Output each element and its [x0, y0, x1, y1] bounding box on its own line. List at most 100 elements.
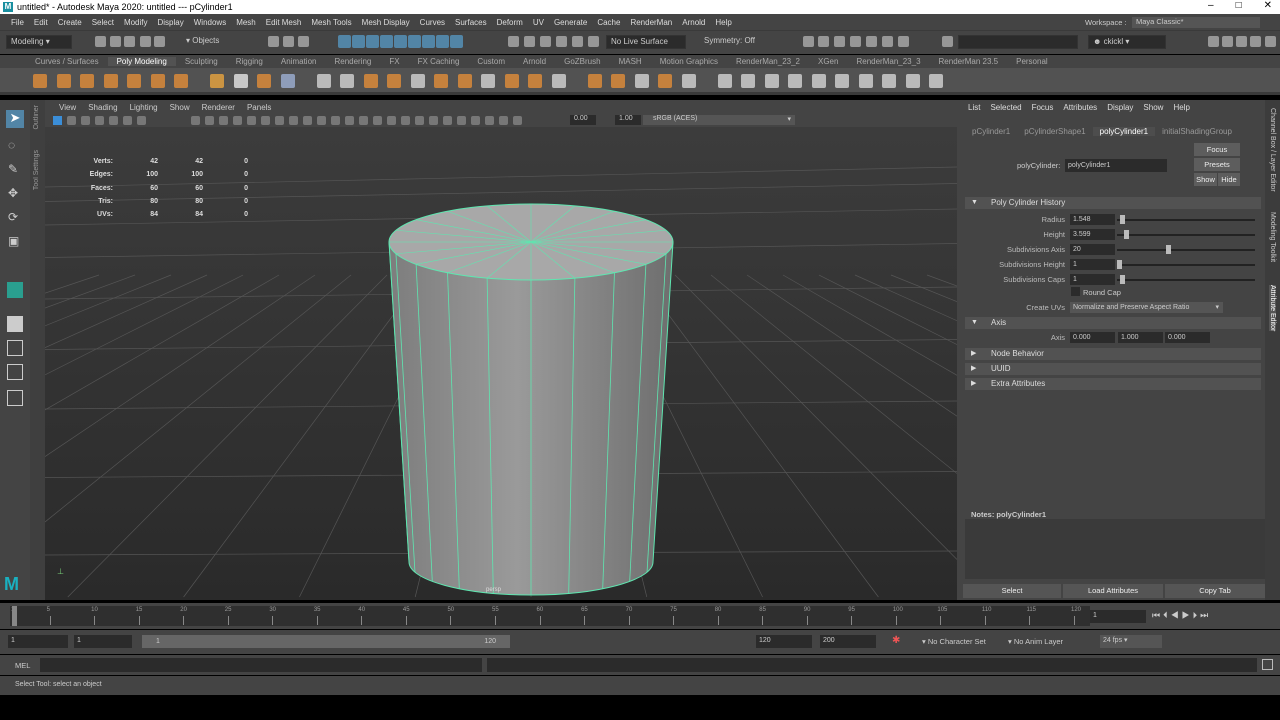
- shelf-tab-gozbrush[interactable]: GoZBrush: [555, 57, 609, 66]
- outliner-tab[interactable]: Outliner: [33, 105, 40, 130]
- viewport-tool-icon[interactable]: [219, 116, 228, 125]
- section-node-behavior[interactable]: ▶ Node Behavior: [965, 348, 1261, 360]
- ae-menu-focus[interactable]: Focus: [1027, 103, 1059, 112]
- maximize-button[interactable]: □: [1236, 0, 1242, 11]
- focus-button[interactable]: Focus: [1194, 143, 1240, 156]
- anim-end-field[interactable]: 200: [820, 635, 876, 648]
- menu-cache[interactable]: Cache: [592, 18, 625, 27]
- settings-icon[interactable]: [1265, 36, 1276, 47]
- viewport-menu-lighting[interactable]: Lighting: [124, 103, 164, 112]
- anim-layer-dropdown[interactable]: ▾ No Anim Layer: [1008, 637, 1063, 646]
- playback-controls[interactable]: ⏮⏴◀▶⏵⏭: [1152, 609, 1211, 621]
- ae-menu-list[interactable]: List: [963, 103, 985, 112]
- ipr-render-icon[interactable]: [818, 36, 829, 47]
- viewport-tool-icon[interactable]: [415, 116, 424, 125]
- menu-surfaces[interactable]: Surfaces: [450, 18, 492, 27]
- viewport-tool-icon[interactable]: [387, 116, 396, 125]
- layout-single-icon[interactable]: [7, 316, 23, 332]
- shelf-tool-icon[interactable]: [257, 74, 271, 88]
- menu-mesh-tools[interactable]: Mesh Tools: [306, 18, 356, 27]
- select-component-icon[interactable]: [298, 36, 309, 47]
- create-uvs-dropdown[interactable]: Normalize and Preserve Aspect Ratio ▾: [1070, 302, 1223, 313]
- shelf-tool-icon[interactable]: [363, 74, 378, 88]
- 3d-scene[interactable]: Verts: 42 42 0 Edges: 100 100 0 Faces: 60 60 0 Tris:…: [45, 127, 957, 600]
- range-bar[interactable]: 1 120: [142, 635, 510, 648]
- ae-menu-attributes[interactable]: Attributes: [1058, 103, 1102, 112]
- shelf-tool-icon[interactable]: [481, 74, 495, 88]
- mode-dropdown[interactable]: Modeling ▾: [6, 35, 72, 49]
- scale-tool-icon[interactable]: ▣: [8, 234, 19, 248]
- attr-slider-subdivisions-axis[interactable]: [1117, 245, 1255, 254]
- section-poly-cylinder-history[interactable]: ▼ Poly Cylinder History: [965, 197, 1261, 209]
- shelf-tab-xgen[interactable]: XGen: [809, 57, 847, 66]
- menu-renderman[interactable]: RenderMan: [625, 18, 677, 27]
- shelf-tool-icon[interactable]: [233, 74, 248, 88]
- attr-field-subdivisions-axis[interactable]: 20: [1070, 244, 1115, 255]
- selection-mode[interactable]: ▾ Objects: [182, 35, 252, 49]
- close-button[interactable]: ✕: [1264, 0, 1272, 11]
- viewport-tool-icon[interactable]: [289, 116, 298, 125]
- snap-view-icon[interactable]: [588, 36, 599, 47]
- shelf-tool-icon[interactable]: [835, 74, 849, 88]
- slider-handle[interactable]: [1166, 245, 1172, 254]
- render-frame-icon[interactable]: [803, 36, 814, 47]
- selection-mask-icon[interactable]: [380, 35, 393, 48]
- selection-mask-icon[interactable]: [366, 35, 379, 48]
- selection-mask-icon[interactable]: [436, 35, 449, 48]
- shelf-tab-personal[interactable]: Personal: [1007, 57, 1057, 66]
- end-time-field[interactable]: 120: [756, 635, 812, 648]
- select-camera-icon[interactable]: [53, 116, 62, 125]
- menu-edit-mesh[interactable]: Edit Mesh: [261, 18, 307, 27]
- modeling-toolkit-tab[interactable]: Modeling Toolkit: [1269, 212, 1276, 262]
- presets-button[interactable]: Presets: [1194, 158, 1240, 171]
- open-scene-icon[interactable]: [110, 36, 121, 47]
- snap-curve-icon[interactable]: [524, 36, 535, 47]
- shelf-tab-animation[interactable]: Animation: [272, 57, 326, 66]
- viewport-menu-panels[interactable]: Panels: [241, 103, 277, 112]
- layout-four-icon[interactable]: [7, 340, 23, 356]
- shelf-tool-icon[interactable]: [551, 74, 566, 88]
- viewport-tool-icon[interactable]: [191, 116, 200, 125]
- snap-plane-icon[interactable]: [556, 36, 567, 47]
- show-button[interactable]: Show: [1194, 173, 1217, 186]
- attr-slider-subdivisions-caps[interactable]: [1117, 275, 1255, 284]
- shelf-tool-icon[interactable]: [280, 74, 295, 88]
- viewport-tool-icon[interactable]: [499, 116, 508, 125]
- shelf-tool-icon[interactable]: [56, 74, 71, 88]
- viewport-tool-icon[interactable]: [95, 116, 104, 125]
- render-view-icon[interactable]: [866, 36, 877, 47]
- light-editor-icon[interactable]: [882, 36, 893, 47]
- shelf-tool-icon[interactable]: [611, 74, 625, 88]
- shelf-tool-icon[interactable]: [905, 74, 920, 88]
- menu-modify[interactable]: Modify: [119, 18, 153, 27]
- move-tool-icon[interactable]: ✥: [8, 186, 18, 200]
- new-scene-icon[interactable]: [95, 36, 106, 47]
- save-scene-icon[interactable]: [124, 36, 135, 47]
- shelf-tool-icon[interactable]: [681, 74, 696, 88]
- shelf-tab-motion-graphics[interactable]: Motion Graphics: [651, 57, 727, 66]
- viewport-tool-icon[interactable]: [471, 116, 480, 125]
- shelf-tab-curves-surfaces[interactable]: Curves / Surfaces: [26, 57, 108, 66]
- pause-icon[interactable]: [898, 36, 909, 47]
- menu-generate[interactable]: Generate: [549, 18, 592, 27]
- ae-menu-show[interactable]: Show: [1138, 103, 1168, 112]
- paint-select-icon[interactable]: ✎: [8, 162, 18, 176]
- start-time-field[interactable]: 1: [8, 635, 68, 648]
- viewport-tool-icon[interactable]: [81, 116, 90, 125]
- shelf-tab-renderman-23-2[interactable]: RenderMan_23_2: [727, 57, 809, 66]
- sidebar-toggle-icon[interactable]: [1208, 36, 1219, 47]
- viewport-menu-shading[interactable]: Shading: [82, 103, 123, 112]
- viewport-tool-icon[interactable]: [261, 116, 270, 125]
- viewport-tool-icon[interactable]: [457, 116, 466, 125]
- shelf-tool-icon[interactable]: [717, 74, 732, 88]
- minimize-button[interactable]: –: [1208, 0, 1214, 11]
- menu-display[interactable]: Display: [153, 18, 189, 27]
- shelf-tool-icon[interactable]: [929, 74, 943, 88]
- snap-surface-icon[interactable]: [572, 36, 583, 47]
- select-object-icon[interactable]: [283, 36, 294, 47]
- ae-menu-selected[interactable]: Selected: [985, 103, 1026, 112]
- shelf-tab-rigging[interactable]: Rigging: [227, 57, 272, 66]
- shelf-tab-fx-caching[interactable]: FX Caching: [409, 57, 469, 66]
- shelf-tool-icon[interactable]: [634, 74, 649, 88]
- section-axis[interactable]: ▼ Axis: [965, 317, 1261, 329]
